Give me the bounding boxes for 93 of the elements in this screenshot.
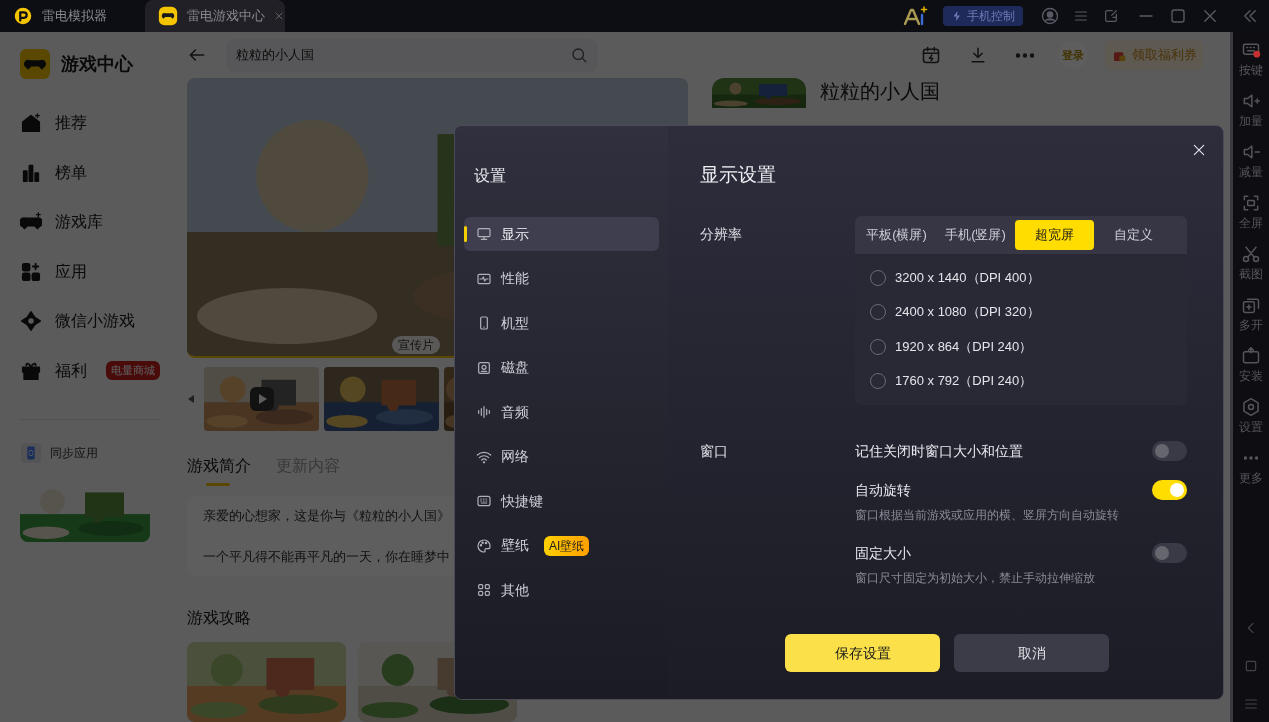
toggle-description: 窗口根据当前游戏或应用的横、竖屏方向自动旋转 xyxy=(855,507,1120,524)
save-button[interactable]: 保存设置 xyxy=(785,634,940,672)
toggle-label: 记住关闭时窗口大小和位置 xyxy=(855,441,1023,461)
toggle-label: 固定大小 xyxy=(855,543,911,563)
keyboard-icon xyxy=(1241,40,1261,60)
settings-menu-item[interactable]: 快捷键 xyxy=(464,484,659,518)
gamepad-logo-icon xyxy=(20,49,50,79)
more-icon xyxy=(1244,456,1258,460)
waveform-icon xyxy=(476,404,492,420)
toggle-switch[interactable] xyxy=(1152,543,1187,563)
field-label: 窗口 xyxy=(700,442,729,461)
settings-menu-item[interactable]: 其他 xyxy=(464,573,659,607)
toggle-switch[interactable] xyxy=(1152,480,1187,500)
toolbar-button[interactable]: 按键 xyxy=(1239,40,1263,79)
ai-logo-icon[interactable] xyxy=(903,6,929,26)
home-icon[interactable] xyxy=(1243,658,1259,674)
nav-item[interactable]: 榜单 xyxy=(20,156,165,189)
ai-badge: AI壁纸 xyxy=(544,535,590,556)
game-tab[interactable]: 游戏简介 xyxy=(187,454,251,486)
settings-menu-item[interactable]: 壁纸 AI壁纸 xyxy=(464,528,659,563)
toolbar-button[interactable]: 减量 xyxy=(1239,142,1263,181)
keyboard-icon xyxy=(476,493,492,509)
title-tab[interactable]: 雷电模拟器 xyxy=(0,0,145,32)
app-logo-icon xyxy=(12,5,34,27)
monitor-icon xyxy=(476,226,492,242)
toggle-description: 窗口尺寸固定为初始大小，禁止手动拉伸缩放 xyxy=(855,570,1096,587)
maximize-icon[interactable] xyxy=(1169,7,1187,25)
settings-menu-item[interactable]: 网络 xyxy=(464,439,659,474)
window-arrow-icon[interactable] xyxy=(1103,8,1119,24)
settings-menu-item[interactable]: 显示 xyxy=(464,217,659,251)
coupon-button[interactable]: 领取福利券 xyxy=(1105,40,1203,70)
preset-tab[interactable]: 平板(横屏) xyxy=(857,219,936,250)
more-icon[interactable] xyxy=(1016,52,1034,58)
install-icon xyxy=(1241,346,1261,366)
radio-option[interactable]: 3200 x 1440（DPI 400） xyxy=(870,267,1187,288)
palette-icon xyxy=(476,537,492,554)
dialog-heading: 显示设置 xyxy=(700,163,777,187)
toolbar-button[interactable]: 加量 xyxy=(1239,91,1263,130)
house-icon xyxy=(20,112,42,134)
description-text: 亲爱的心想家，这是你与《粒粒的小人国》 xyxy=(203,507,451,525)
preset-tab[interactable]: 自定义 xyxy=(1094,219,1173,250)
download-icon[interactable] xyxy=(968,45,988,65)
user-icon[interactable] xyxy=(1041,7,1059,25)
badge: 电量商城 xyxy=(106,361,160,380)
settings-menu-item[interactable]: 磁盘 xyxy=(464,350,659,385)
settings-icon xyxy=(1241,397,1261,417)
gamepad-logo-icon xyxy=(157,5,179,27)
play-button-icon[interactable] xyxy=(250,387,274,411)
phone-sync-icon xyxy=(20,441,42,464)
nav-item[interactable]: 推荐 xyxy=(20,107,165,139)
radio-option[interactable]: 1920 x 864（DPI 240） xyxy=(870,336,1187,357)
nav-item[interactable]: 应用 xyxy=(20,255,165,288)
radio-option[interactable]: 1760 x 792（DPI 240） xyxy=(870,371,1187,391)
game-title: 粒粒的小人国 xyxy=(820,79,940,104)
toolbar-button[interactable]: 安装 xyxy=(1239,346,1263,385)
nav-item[interactable]: 游戏库 xyxy=(20,206,165,238)
video-badge: 宣传片 xyxy=(392,336,440,354)
settings-menu-item[interactable]: 机型 xyxy=(464,306,659,340)
toolbar-button[interactable]: 更多 xyxy=(1239,448,1263,487)
cancel-button[interactable]: 取消 xyxy=(954,634,1109,672)
scissors-icon xyxy=(1241,244,1261,264)
preset-tab[interactable]: 超宽屏 xyxy=(1015,219,1094,250)
dialog-title: 设置 xyxy=(473,166,507,186)
menu-icon[interactable] xyxy=(1073,8,1089,24)
app-title: 游戏中心 xyxy=(61,52,133,76)
toolbar-button[interactable]: 多开 xyxy=(1239,295,1263,334)
field-label: 分辨率 xyxy=(700,224,743,244)
search-icon[interactable] xyxy=(570,45,588,64)
sync-apps-link[interactable]: 同步应用 xyxy=(50,443,98,462)
multi-window-icon xyxy=(1241,295,1261,315)
settings-menu-item[interactable]: 音频 xyxy=(464,395,659,429)
calendar-icon[interactable] xyxy=(921,45,941,65)
toolbar-button[interactable]: 设置 xyxy=(1239,397,1263,436)
settings-menu-item[interactable]: 性能 xyxy=(464,261,659,296)
collapse-icon[interactable] xyxy=(1241,7,1259,25)
title-tab[interactable]: 雷电游戏中心 xyxy=(145,0,285,32)
nav-item[interactable]: 微信小游戏 xyxy=(20,305,165,337)
grid-icon xyxy=(476,582,492,598)
left-arrow-icon[interactable] xyxy=(187,394,195,404)
apps-icon xyxy=(20,260,42,283)
phone-control-button[interactable]: 手机控制 xyxy=(943,6,1023,26)
toggle-label: 自动旋转 xyxy=(855,480,911,500)
diamond-icon xyxy=(20,310,42,332)
toolbar-button[interactable]: 截图 xyxy=(1239,244,1263,283)
fullscreen-icon xyxy=(1241,193,1261,213)
section-heading: 游戏攻略 xyxy=(187,608,252,628)
search-field[interactable]: 粒粒的小人国 xyxy=(226,38,598,72)
toggle-switch[interactable] xyxy=(1152,441,1187,461)
toolbar-button[interactable]: 全屏 xyxy=(1239,193,1263,232)
nav-item[interactable]: 福利 电量商城 xyxy=(20,354,165,387)
preset-tab[interactable]: 手机(竖屏) xyxy=(936,219,1015,250)
radio-option[interactable]: 2400 x 1080（DPI 320） xyxy=(870,302,1187,322)
close-icon[interactable] xyxy=(1191,142,1207,158)
